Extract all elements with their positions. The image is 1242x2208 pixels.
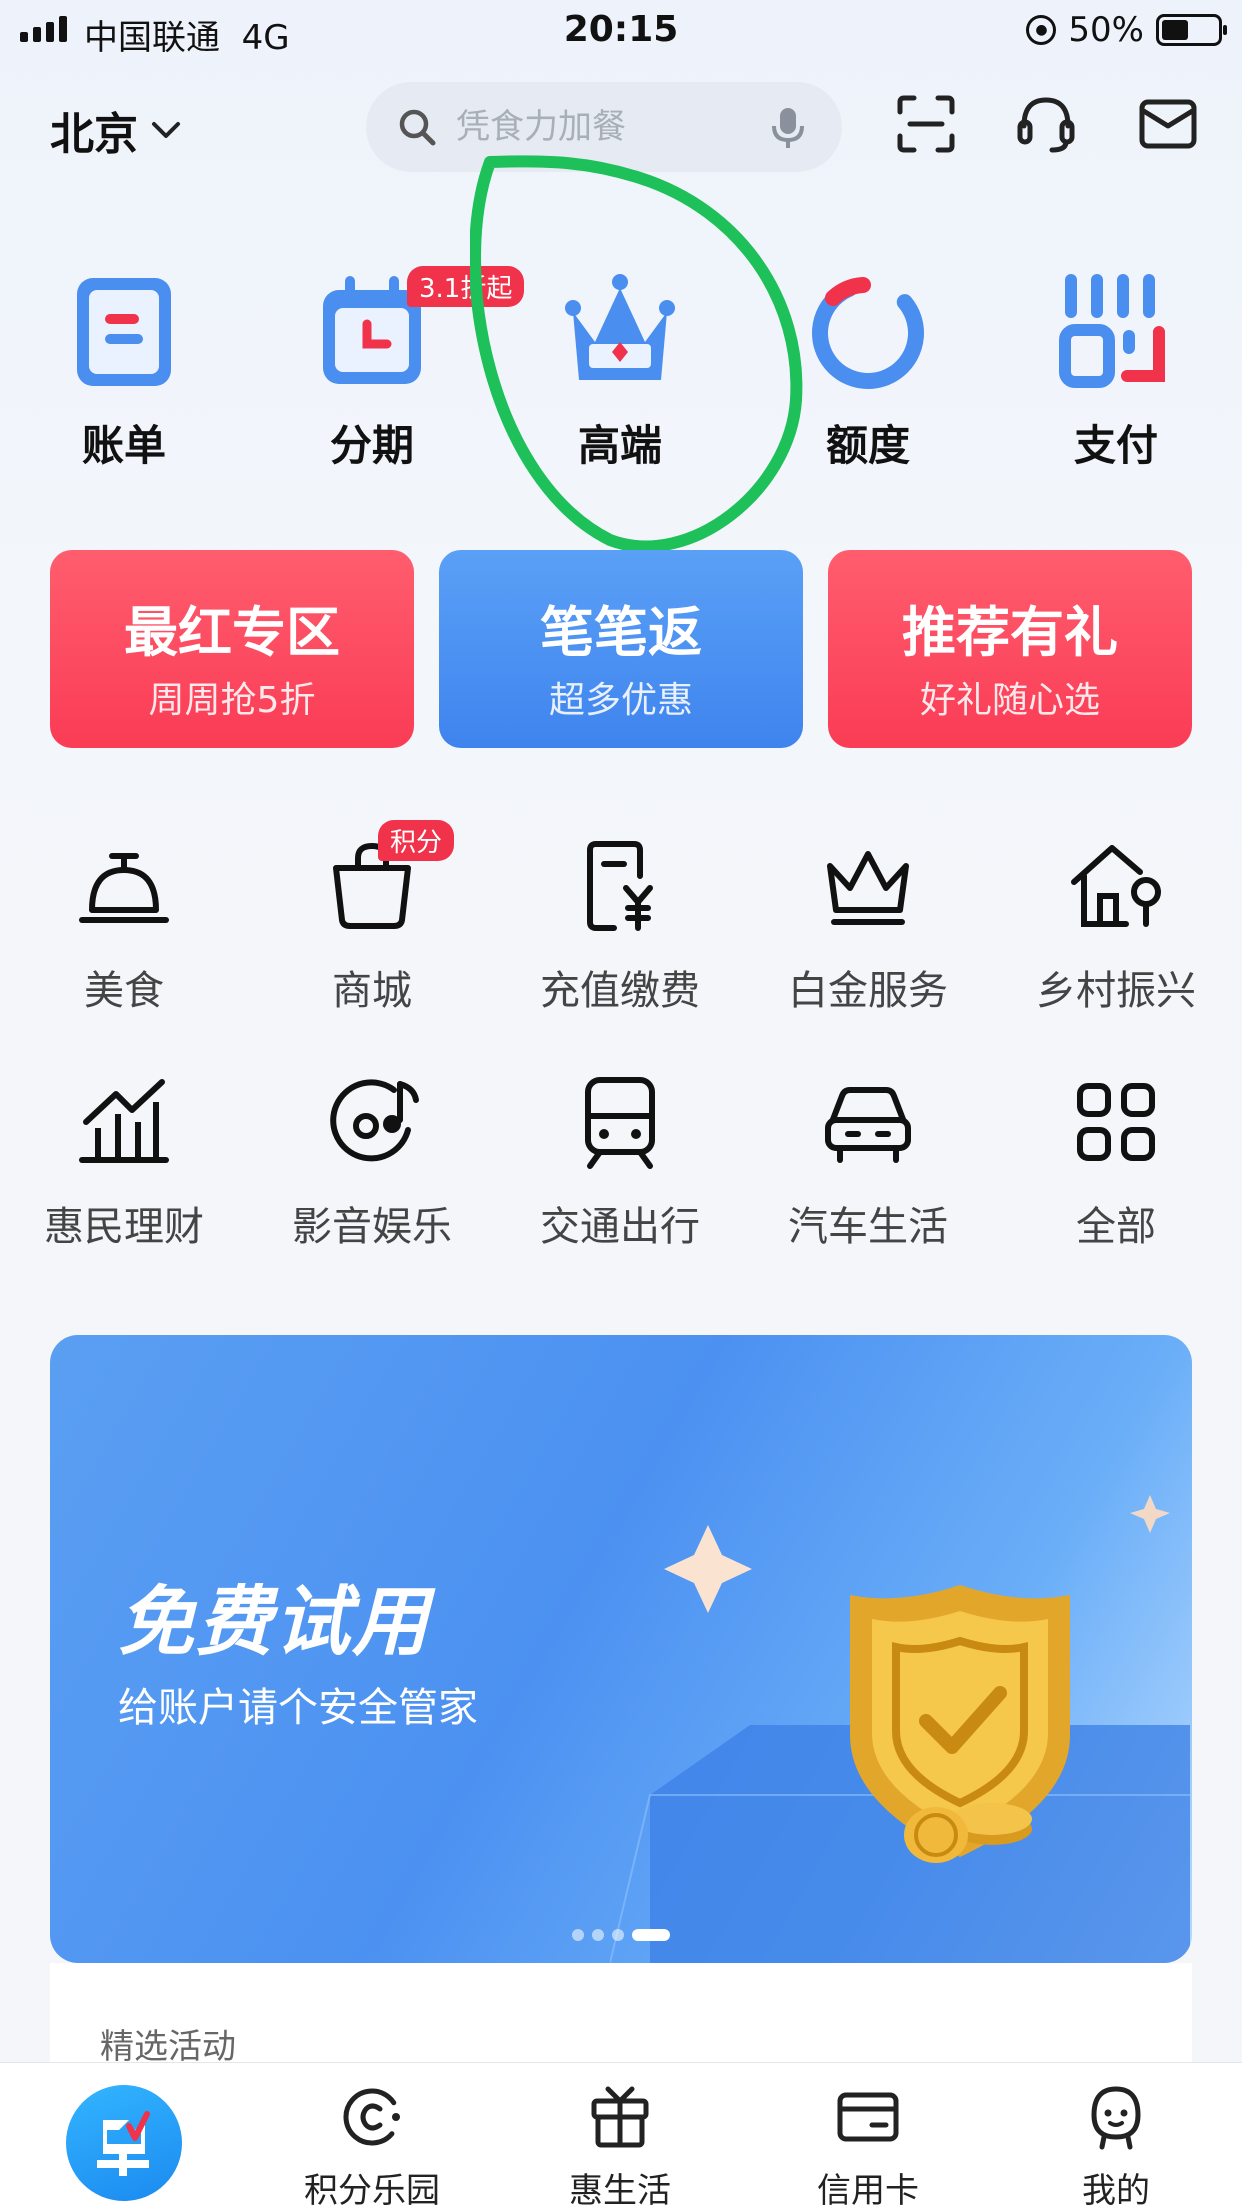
microphone-icon[interactable] xyxy=(768,106,808,150)
security-shield-illustration xyxy=(610,1495,1190,1963)
rotation-lock-icon: ● xyxy=(1026,15,1057,45)
service-label: 白金服务 xyxy=(788,968,948,1014)
banner-pagination xyxy=(572,1929,670,1941)
service-food[interactable]: 美食 xyxy=(14,836,234,1016)
wallet-card-icon xyxy=(837,2092,899,2142)
points-icon xyxy=(343,2088,401,2146)
grid-all-icon xyxy=(1077,1083,1155,1161)
service-label: 商城 xyxy=(332,968,412,1014)
tab-label: 惠生活 xyxy=(569,2171,671,2208)
service-label: 全部 xyxy=(1076,1204,1156,1250)
top-item-label: 分期 xyxy=(329,421,414,470)
promo-card-referral[interactable]: 推荐有礼 好礼随心选 xyxy=(828,550,1192,748)
train-icon xyxy=(585,1077,655,1169)
service-label: 交通出行 xyxy=(540,1204,700,1250)
platinum-crown-icon xyxy=(827,851,909,925)
pagination-dot xyxy=(572,1929,584,1941)
promo-subtitle: 周周抢5折 xyxy=(148,680,316,721)
promo-title: 最红专区 xyxy=(124,601,340,664)
service-all[interactable]: 全部 xyxy=(1006,1072,1226,1252)
tab-mine[interactable]: 我的 xyxy=(1016,2081,1216,2208)
points-badge: 积分 xyxy=(378,820,455,861)
pagination-dot xyxy=(592,1929,604,1941)
status-right: ● 50% xyxy=(1026,10,1227,50)
chevron-down-icon xyxy=(152,122,180,138)
section-title: 精选活动 xyxy=(100,2027,236,2067)
tab-label: 信用卡 xyxy=(817,2171,919,2208)
promo-subtitle: 好礼随心选 xyxy=(919,680,1100,721)
top-item-bill[interactable]: 账单 xyxy=(24,268,224,473)
service-finance[interactable]: 惠民理财 xyxy=(14,1072,234,1252)
city-selector[interactable]: 北京 xyxy=(50,98,182,162)
car-icon xyxy=(825,1087,911,1163)
search-input[interactable] xyxy=(456,107,726,147)
tab-points-park[interactable]: 积分乐园 xyxy=(272,2081,472,2208)
bottom-tab-bar: 积分乐园 惠生活 信用卡 我的 xyxy=(0,2062,1242,2208)
top-item-payment[interactable]: 支付 xyxy=(1016,268,1216,473)
service-label: 美食 xyxy=(84,968,164,1014)
banner-subtitle: 给账户请个安全管家 xyxy=(118,1685,478,1731)
payment-code-icon xyxy=(1059,274,1165,388)
service-mall[interactable]: 积分 商城 xyxy=(262,820,482,1016)
pagination-dot xyxy=(612,1929,624,1941)
tab-life[interactable]: 惠生活 xyxy=(520,2081,720,2208)
music-disc-icon xyxy=(330,1079,419,1162)
bill-icon xyxy=(77,278,171,386)
search-icon xyxy=(399,109,436,146)
promo-banner[interactable]: 免费试用 给账户请个安全管家 xyxy=(50,1335,1192,1963)
service-label: 充值缴费 xyxy=(540,968,700,1014)
home-logo-icon xyxy=(97,2111,150,2176)
service-label: 惠民理财 xyxy=(44,1204,204,1250)
service-label: 汽车生活 xyxy=(788,1204,948,1250)
service-transport[interactable]: 交通出行 xyxy=(510,1072,730,1252)
quota-ring-icon xyxy=(812,277,924,389)
tab-credit-card[interactable]: 信用卡 xyxy=(768,2081,968,2208)
rural-house-icon xyxy=(1071,845,1161,927)
recharge-icon xyxy=(587,841,653,931)
top-item-label: 支付 xyxy=(1073,421,1158,470)
banner-title: 免费试用 xyxy=(118,1577,430,1666)
top-item-installment[interactable]: 3.1折起 分期 xyxy=(272,266,525,473)
tab-label: 积分乐园 xyxy=(304,2171,440,2208)
service-bell-icon xyxy=(79,853,169,923)
service-platinum[interactable]: 白金服务 xyxy=(758,836,978,1016)
service-car[interactable]: 汽车生活 xyxy=(758,1072,978,1252)
promo-title: 推荐有礼 xyxy=(902,601,1118,664)
city-label: 北京 xyxy=(50,109,138,160)
battery-percent: 50% xyxy=(1068,10,1144,50)
annotation-circle xyxy=(470,155,803,553)
service-rural[interactable]: 乡村振兴 xyxy=(1006,836,1226,1016)
service-label: 影音娱乐 xyxy=(292,1204,452,1250)
profile-face-icon xyxy=(1091,2086,1141,2150)
service-entertainment[interactable]: 影音娱乐 xyxy=(262,1072,482,1252)
promo-subtitle: 超多优惠 xyxy=(548,680,693,721)
service-label: 乡村振兴 xyxy=(1036,968,1196,1014)
promo-card-cashback[interactable]: 笔笔返 超多优惠 xyxy=(439,550,803,748)
tab-label: 我的 xyxy=(1082,2171,1150,2208)
tv-gift-icon xyxy=(591,2086,649,2148)
battery-icon xyxy=(1156,14,1227,46)
finance-chart-icon xyxy=(79,1079,169,1163)
top-item-label: 账单 xyxy=(81,421,166,470)
scan-icon[interactable] xyxy=(894,92,958,156)
status-bar: 中国联通 4G 20:15 ● 50% xyxy=(0,0,1242,64)
tab-home[interactable] xyxy=(66,2085,182,2201)
promo-title: 笔笔返 xyxy=(540,601,702,664)
message-icon[interactable] xyxy=(1136,92,1200,156)
service-recharge[interactable]: 充值缴费 xyxy=(510,836,730,1016)
customer-service-icon[interactable] xyxy=(1014,92,1078,156)
pagination-dot-active xyxy=(632,1929,670,1941)
promo-card-hot-zone[interactable]: 最红专区 周周抢5折 xyxy=(50,550,414,748)
